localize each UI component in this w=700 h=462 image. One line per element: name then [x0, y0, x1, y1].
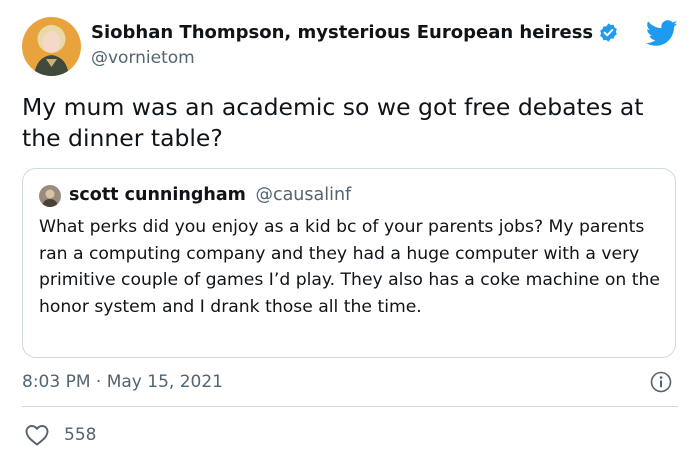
- like-count: 558: [64, 425, 97, 445]
- divider: [22, 406, 678, 407]
- quoted-tweet-header: scott cunningham @causalinf: [69, 185, 351, 205]
- heart-icon[interactable]: [24, 423, 50, 447]
- author-name[interactable]: Siobhan Thompson, mysterious European he…: [91, 22, 593, 43]
- quoted-author-handle: @causalinf: [255, 185, 352, 205]
- like-action[interactable]: 558: [24, 423, 96, 447]
- tweet-card: Siobhan Thompson, mysterious European he…: [0, 0, 700, 462]
- tweet-text: My mum was an academic so we got free de…: [22, 93, 644, 152]
- quoted-tweet[interactable]: scott cunningham @causalinf What perks d…: [22, 168, 676, 358]
- quoted-author-name: scott cunningham: [69, 185, 246, 205]
- info-icon[interactable]: [650, 371, 672, 393]
- quoted-author-avatar: [39, 185, 61, 207]
- verified-badge-icon: [598, 22, 619, 43]
- author-name-row: Siobhan Thompson, mysterious European he…: [91, 22, 619, 43]
- twitter-bird-icon[interactable]: [645, 20, 678, 47]
- tweet-timestamp[interactable]: 8:03 PM · May 15, 2021: [22, 372, 223, 392]
- author-avatar[interactable]: [22, 17, 81, 76]
- author-handle[interactable]: @vornietom: [91, 48, 195, 68]
- quoted-tweet-text: What perks did you enjoy as a kid bc of …: [39, 217, 660, 317]
